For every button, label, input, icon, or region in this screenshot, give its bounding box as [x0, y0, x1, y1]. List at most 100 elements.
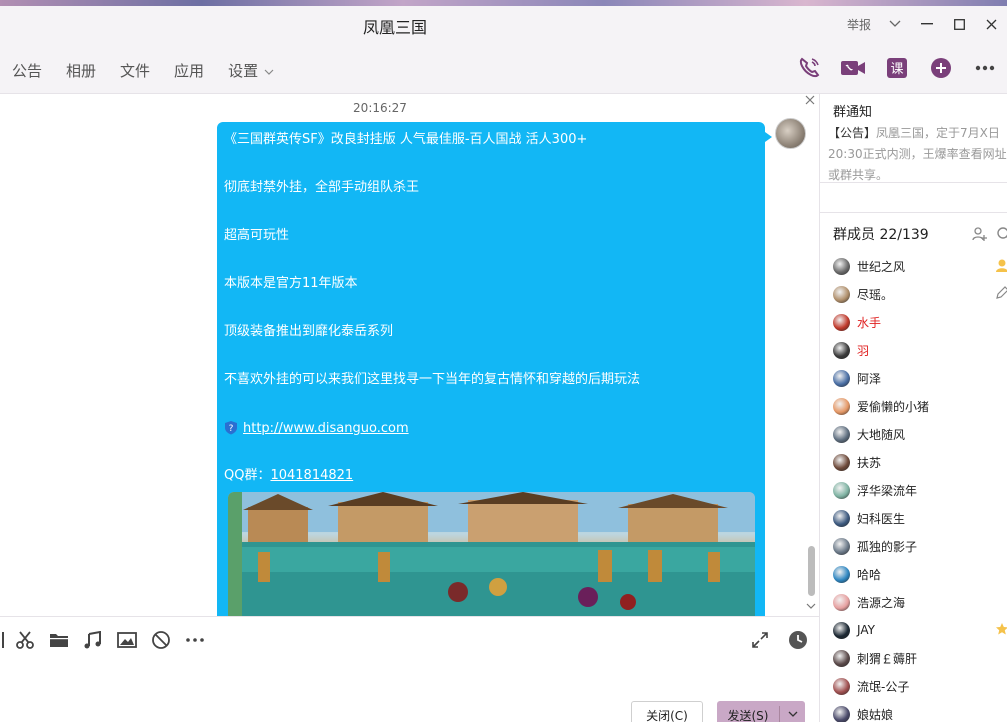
avatar[interactable] — [833, 481, 850, 499]
chat-area[interactable]: 20:16:27 《三国群英传SF》改良封挂版 人气最佳服-百人国战 活人300… — [0, 94, 819, 616]
send-button[interactable]: 发送(S) — [717, 701, 805, 722]
game-screenshot-image[interactable] — [228, 492, 755, 616]
message-line: 不喜欢外挂的可以来我们这里找寻一下当年的复古情怀和穿越的后期玩法 — [224, 372, 641, 387]
qq-label: QQ群： — [224, 468, 271, 483]
avatar[interactable] — [833, 285, 850, 303]
member-item[interactable]: 羽 — [833, 336, 1007, 364]
member-name: 孤独的影子 — [857, 539, 918, 554]
emoji-icon[interactable] — [0, 629, 8, 651]
avatar[interactable] — [833, 565, 850, 583]
group-tabs: 公告 相册 文件 应用 设置 — [12, 60, 298, 81]
member-item[interactable]: 刺猬￡薅肝 — [833, 644, 1007, 672]
chat-scrollbar[interactable] — [808, 546, 815, 596]
qq-group-link[interactable]: 1041814821 — [270, 468, 353, 483]
maximize-button[interactable] — [943, 8, 975, 40]
add-icon[interactable] — [919, 54, 963, 82]
group-nav-bar: 公告 相册 文件 应用 设置 课 — [0, 42, 1007, 94]
avatar[interactable] — [833, 453, 850, 471]
minimize-button[interactable] — [911, 8, 943, 40]
avatar[interactable] — [833, 677, 850, 695]
tab-files[interactable]: 文件 — [120, 60, 150, 81]
scissors-icon[interactable] — [8, 629, 42, 651]
phone-icon[interactable] — [787, 54, 831, 82]
svg-text:?: ? — [229, 424, 234, 434]
input-toolbar — [0, 629, 212, 651]
divider — [820, 182, 1007, 183]
more-icon[interactable] — [178, 629, 212, 651]
call-toolbar: 课 — [787, 54, 1007, 82]
member-item[interactable]: 扶苏 — [833, 448, 1007, 476]
security-shield-icon: ? — [224, 420, 238, 435]
report-dropdown-icon[interactable] — [879, 8, 911, 40]
avatar[interactable] — [833, 397, 850, 415]
avatar[interactable] — [833, 425, 850, 443]
close-window-button[interactable] — [975, 8, 1007, 40]
message-line: 超高可玩性 — [224, 228, 290, 243]
group-notice-body[interactable]: 【公告】凤凰三国，定于7月X日20:30正式内测，王爆率查看网址或群共享。 — [828, 123, 1007, 186]
members-tools — [972, 226, 1007, 246]
member-item[interactable]: 尽瑶。 — [833, 280, 1007, 308]
image-icon[interactable] — [110, 629, 144, 651]
group-sidebar: 群通知 【公告】凤凰三国，定于7月X日20:30正式内测，王爆率查看网址或群共享… — [819, 94, 1007, 722]
avatar[interactable] — [833, 509, 850, 527]
member-item[interactable]: 妇科医生 — [833, 504, 1007, 532]
message-input-area[interactable]: 关闭(C) 发送(S) — [0, 616, 819, 722]
notice-tag: 【公告】 — [828, 126, 877, 140]
member-name: 扶苏 — [857, 455, 882, 470]
lesson-icon[interactable]: 课 — [875, 54, 919, 82]
member-item[interactable]: 浮华梁流年 — [833, 476, 1007, 504]
video-icon[interactable] — [831, 54, 875, 82]
music-icon[interactable] — [76, 629, 110, 651]
folder-icon[interactable] — [42, 629, 76, 651]
message-bubble[interactable]: 《三国群英传SF》改良封挂版 人气最佳服-百人国战 活人300+ 彻底封禁外挂，… — [217, 122, 765, 616]
avatar[interactable] — [833, 705, 850, 722]
invite-member-icon[interactable] — [972, 226, 988, 246]
member-item[interactable]: 爱偷懒的小猪 — [833, 392, 1007, 420]
close-button[interactable]: 关闭(C) — [631, 701, 703, 722]
member-item[interactable]: JAY — [833, 616, 1007, 644]
member-item[interactable]: 大地随风 — [833, 420, 1007, 448]
member-name: 浩源之海 — [857, 595, 906, 610]
member-item[interactable]: 娘姑娘 — [833, 700, 1007, 722]
member-item[interactable]: 孤独的影子 — [833, 532, 1007, 560]
member-name: 哈哈 — [857, 567, 882, 582]
tab-apps[interactable]: 应用 — [174, 60, 204, 81]
member-name: 尽瑶。 — [857, 287, 894, 302]
member-item[interactable]: 流氓-公子 — [833, 672, 1007, 700]
tab-album[interactable]: 相册 — [66, 60, 96, 81]
avatar[interactable] — [833, 257, 850, 275]
send-options-chevron-icon[interactable] — [780, 710, 805, 721]
tab-settings[interactable]: 设置 — [228, 60, 274, 81]
message-timestamp: 20:16:27 — [353, 101, 407, 115]
avatar[interactable] — [833, 369, 850, 387]
member-name: 浮华梁流年 — [857, 483, 918, 498]
member-name: JAY — [857, 623, 875, 637]
avatar[interactable] — [833, 341, 850, 359]
tab-announcement[interactable]: 公告 — [12, 60, 42, 81]
report-link[interactable]: 举报 — [847, 16, 871, 33]
message-qq-line: QQ群：1041814821 — [224, 468, 758, 488]
website-link[interactable]: http://www.disanguo.com — [243, 421, 409, 436]
avatar[interactable] — [775, 118, 806, 149]
more-icon[interactable] — [963, 54, 1007, 82]
avatar[interactable] — [833, 621, 850, 639]
member-item[interactable]: 世纪之风 — [833, 252, 1007, 280]
search-member-icon[interactable] — [996, 226, 1007, 246]
avatar[interactable] — [833, 313, 850, 331]
group-owner-icon — [995, 258, 1007, 276]
history-icon[interactable] — [786, 629, 810, 651]
member-item[interactable]: 哈哈 — [833, 560, 1007, 588]
avatar[interactable] — [833, 537, 850, 555]
scroll-down-icon[interactable] — [806, 602, 816, 613]
window-controls: 举报 — [847, 6, 1007, 42]
expand-icon[interactable] — [748, 629, 772, 651]
message-line: 本版本是官方11年版本 — [224, 276, 358, 291]
member-item[interactable]: 阿泽 — [833, 364, 1007, 392]
send-button-label: 发送(S) — [727, 708, 769, 722]
member-item[interactable]: 水手 — [833, 308, 1007, 336]
avatar[interactable] — [833, 649, 850, 667]
avatar[interactable] — [833, 593, 850, 611]
no-disturb-icon[interactable] — [144, 629, 178, 651]
member-item[interactable]: 浩源之海 — [833, 588, 1007, 616]
close-icon[interactable] — [805, 94, 815, 109]
